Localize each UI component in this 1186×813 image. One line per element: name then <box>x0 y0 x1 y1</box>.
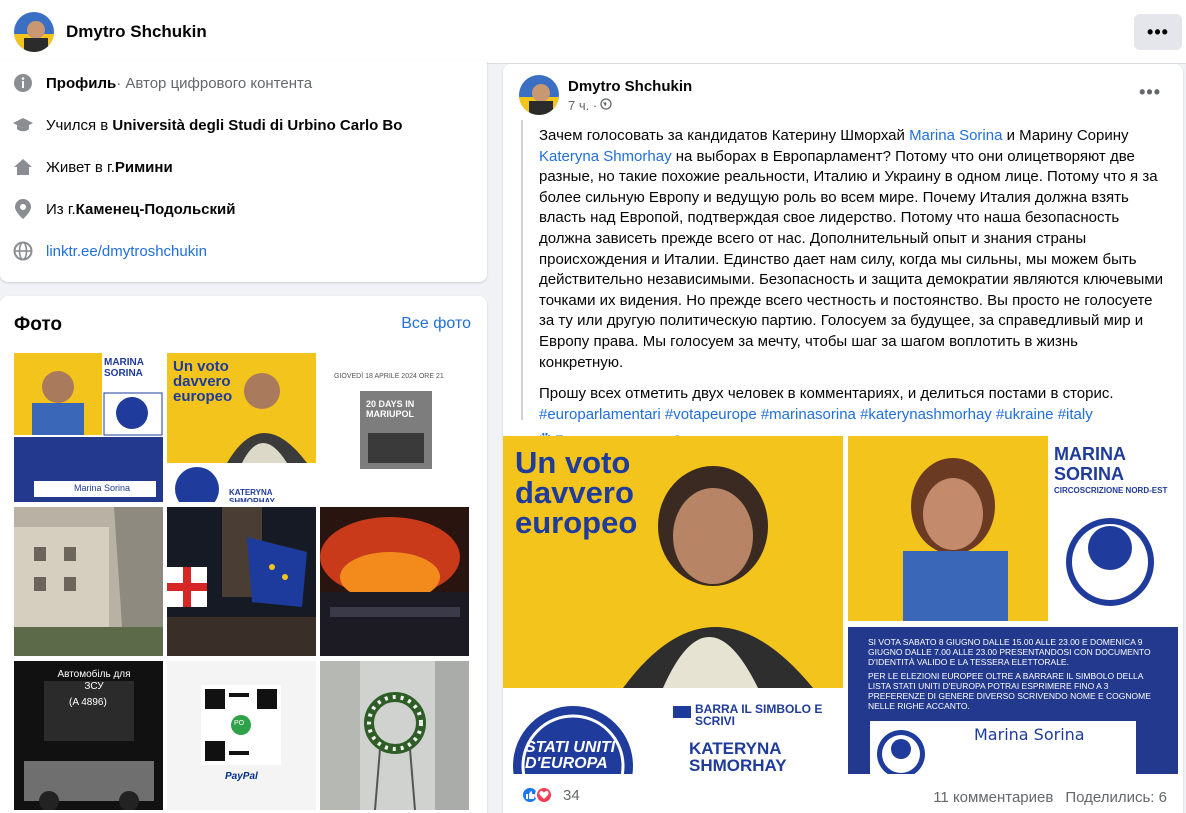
comments-count[interactable]: 11 комментариев <box>933 789 1053 806</box>
paypal-logo: PayPal <box>225 771 258 782</box>
profile-header-bar: Dmytro Shchukin ••• <box>0 0 1186 64</box>
see-all-photos-link[interactable]: Все фото <box>401 315 471 333</box>
candidate-name: MARINA SORINA <box>1054 444 1126 484</box>
lives-place[interactable]: Римини <box>115 159 173 176</box>
post-time[interactable]: 7 ч. · <box>568 98 597 113</box>
profile-label: Профиль <box>46 74 117 92</box>
reactions-count[interactable]: 34 <box>563 787 580 804</box>
post-text-part: на выборах в Европарламент? Потому что о… <box>539 147 1164 371</box>
post-author-name[interactable]: Dmytro Shchukin <box>568 78 692 95</box>
photo-tile[interactable]: MARINA SORINA Marina Sorina <box>14 353 163 502</box>
post-text-part: Зачем голосовать за кандидатов Катерину … <box>539 127 910 144</box>
post-image-poster[interactable]: Un voto davvero europeo BARRA IL SIMBOLO… <box>503 436 843 774</box>
profile-type: · Автор цифрового контента <box>116 74 313 92</box>
photo-tile[interactable] <box>320 507 469 656</box>
post-image-marina[interactable]: MARINA SORINA CIRCOSCRIZIONE NORD-EST <box>848 436 1178 621</box>
post-text: Зачем голосовать за кандидатов Катерину … <box>521 120 1165 447</box>
photo-caption: Marina Sorina <box>74 483 131 493</box>
vote-info-text: PER LE ELEZIONI EUROPEE OLTRE A BARRARE … <box>868 671 1151 711</box>
profile-avatar[interactable] <box>14 12 54 52</box>
more-options-button[interactable]: ••• <box>1134 14 1182 50</box>
post-paragraph: Прошу всех отметить двух человек в комме… <box>539 385 1114 403</box>
intro-card: Профиль · Автор цифрового контента Училс… <box>0 60 487 282</box>
photo-caption: GIOVEDÌ 18 APRILE 2024 ORE 21 <box>334 373 444 380</box>
audience-public-icon <box>600 98 612 113</box>
candidate-name: KATERYNA SHMORHAY <box>689 740 787 774</box>
photo-caption: MARINA SORINA <box>104 357 144 379</box>
photo-tile[interactable] <box>14 507 163 656</box>
photo-tile[interactable]: Un voto davvero europeo KATERYNA SHMORHA… <box>167 353 316 502</box>
graduation-cap-icon <box>12 114 34 136</box>
website-link[interactable]: linktr.ee/dmytroshchukin <box>46 243 207 260</box>
photo-caption: (A 4896) <box>69 697 107 708</box>
intro-link-row: linktr.ee/dmytroshchukin <box>12 239 207 263</box>
reactions-summary[interactable]: 34 <box>521 786 580 804</box>
post-timestamp: 7 ч. · <box>568 98 612 113</box>
photo-caption: Un voto davvero europeo <box>173 358 233 405</box>
shares-count[interactable]: Поделились: 6 <box>1065 789 1167 806</box>
hashtag-link[interactable]: #ukraine <box>996 406 1054 423</box>
post-text-part: и Марину Сорину <box>1002 127 1129 144</box>
post-image-vote-info[interactable]: SI VOTA SABATO 8 GIUGNO DALLE 15.00 ALLE… <box>848 627 1178 774</box>
intro-from-row: Из г. Каменец-Подольский <box>12 197 235 221</box>
info-icon <box>12 72 34 94</box>
slogan-line: davvero <box>515 475 634 510</box>
photos-card: Фото Все фото MARINA SORINA Marina Sorin… <box>0 296 487 813</box>
intro-education-row: Учился в Università degli Studi di Urbin… <box>12 113 402 137</box>
post-card: Dmytro Shchukin 7 ч. · ••• Зачем голосов… <box>503 64 1183 813</box>
hashtag-link[interactable]: #votapeurope <box>665 406 757 423</box>
from-place[interactable]: Каменец-Подольский <box>76 201 236 218</box>
location-pin-icon <box>12 198 34 220</box>
photo-tile[interactable] <box>320 661 469 810</box>
hashtag-link[interactable]: #europarlamentari <box>539 406 661 423</box>
intro-profile-row: Профиль · Автор цифрового контента <box>12 71 312 95</box>
ballot-sample: Marina Sorina <box>870 721 1136 774</box>
mention-link[interactable]: Marina Sorina <box>909 127 1002 144</box>
logo-line: D'EUROPA <box>525 755 608 772</box>
studied-place[interactable]: Università degli Studi di Urbino Carlo B… <box>112 117 402 134</box>
photo-tile[interactable]: Автомобіль для ЗСУ (A 4896) <box>14 661 163 810</box>
photo-caption: KATERYNA SHMORHAY <box>229 488 275 502</box>
slogan-line: europeo <box>515 505 638 540</box>
candidate-name-line: SHMORHAY <box>689 756 787 774</box>
slogan-line: Un voto <box>515 445 631 480</box>
candidate-name-line: MARINA <box>1054 444 1126 464</box>
globe-icon <box>12 240 34 262</box>
vote-info-text: SI VOTA SABATO 8 GIUGNO DALLE 15.00 ALLE… <box>868 637 1151 667</box>
photo-caption: Автомобіль для ЗСУ <box>57 669 131 692</box>
studied-prefix: Учился в <box>46 116 109 134</box>
photo-caption: 20 DAYS IN MARIUPOL <box>366 399 415 419</box>
candidate-name-line: SORINA <box>1054 464 1125 484</box>
candidate-name-line: KATERYNA <box>689 739 782 758</box>
post-author-avatar[interactable] <box>519 75 559 115</box>
mention-link[interactable]: Kateryna Shmorhay <box>539 148 672 165</box>
photo-tile[interactable]: GIOVEDÌ 18 APRILE 2024 ORE 21 20 DAYS IN… <box>320 353 469 502</box>
post-more-options-button[interactable]: ••• <box>1139 82 1161 103</box>
from-prefix: Из г. <box>46 200 76 218</box>
hashtags: #europarlamentari #votapeurope #marinaso… <box>539 405 1165 426</box>
hashtag-link[interactable]: #katerynashmorhay <box>860 406 992 423</box>
barra-simbolo-text: BARRA IL SIMBOLO E SCRIVI <box>695 702 823 728</box>
handwritten-name: Marina Sorina <box>974 725 1085 744</box>
hashtag-link[interactable]: #marinasorina <box>761 406 856 423</box>
engagement-counts: 11 комментариев Поделились: 6 <box>933 789 1167 806</box>
intro-lives-row: Живет в г. Римини <box>12 155 173 179</box>
photo-tile[interactable] <box>167 507 316 656</box>
stati-uniti-logo-text: STATI UNITI D'EUROPA <box>525 740 615 772</box>
photo-caption: PO <box>234 720 245 727</box>
photo-tile[interactable]: PO PayPal <box>167 661 316 810</box>
profile-name[interactable]: Dmytro Shchukin <box>66 22 207 42</box>
love-reaction-icon <box>535 786 553 804</box>
logo-line: STATI UNITI <box>525 739 616 756</box>
post-paragraph: Зачем голосовать за кандидатов Катерину … <box>539 126 1165 373</box>
hashtag-link[interactable]: #italy <box>1058 406 1093 423</box>
poster-slogan: Un voto davvero europeo <box>515 445 638 540</box>
photos-title: Фото <box>14 314 63 335</box>
circoscrizione-text: CIRCOSCRIZIONE NORD-EST <box>1054 486 1168 495</box>
lives-prefix: Живет в г. <box>46 158 115 176</box>
home-icon <box>12 156 34 178</box>
